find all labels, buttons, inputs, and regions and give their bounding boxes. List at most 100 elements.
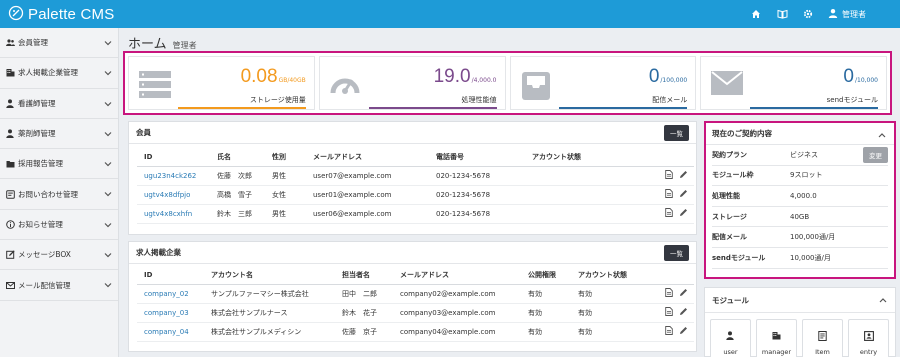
column-header: ID — [137, 148, 210, 167]
table-cell: 有効 — [521, 322, 571, 342]
row-actions — [651, 322, 694, 342]
brand[interactable]: Palette CMS — [8, 5, 114, 23]
table-cell: 佐藤 京子 — [335, 322, 393, 342]
row-id-link[interactable]: company_03 — [137, 303, 204, 323]
pencil-icon[interactable] — [679, 170, 688, 181]
stat-underline — [750, 107, 878, 109]
chevron-down-icon[interactable] — [104, 69, 112, 77]
contract-row: 処理性能 4,000.0 — [712, 186, 888, 207]
pencil-icon[interactable] — [679, 288, 688, 299]
book-icon[interactable] — [776, 8, 788, 20]
pencil-icon[interactable] — [679, 189, 688, 200]
sidebar-item-label: 看護師管理 — [18, 98, 56, 108]
row-actions — [651, 303, 694, 323]
module-tile[interactable]: manager — [756, 319, 797, 357]
table-cell: 鈴木 花子 — [335, 303, 393, 323]
chevron-down-icon[interactable] — [104, 160, 112, 168]
document-icon[interactable] — [665, 208, 673, 219]
document-icon[interactable] — [665, 307, 673, 318]
table-row[interactable]: ugu23n4ck262 佐藤 次郎 男性 user07@example.com 020… — [137, 166, 694, 186]
row-id-link[interactable]: ugtv4x8dfpjo — [137, 185, 210, 205]
stat-unit: /4,000.0 — [471, 77, 497, 84]
user-menu[interactable]: 管理者 — [828, 8, 866, 20]
stat-send-module: 0 /10,000 sendモジュール — [700, 56, 887, 110]
sidebar-item[interactable]: メッセージBOX — [0, 240, 118, 271]
module-title: モジュール — [712, 295, 749, 305]
sidebar-item[interactable]: お問い合わせ管理 — [0, 179, 118, 210]
chevron-down-icon[interactable] — [104, 130, 112, 138]
row-id-link[interactable]: company_02 — [137, 284, 204, 304]
document-icon[interactable] — [665, 326, 673, 337]
contract-value: ビジネス — [790, 150, 818, 159]
contract-row: 配信メール 100,000通/月 — [712, 227, 888, 248]
contract-label: ストレージ — [712, 212, 747, 221]
building-icon — [772, 331, 781, 342]
module-tile-label: user — [723, 348, 738, 356]
stat-unit: /100,000 — [660, 77, 688, 84]
members-table: ID 氏名 性別 メールアドレス 電話番号 アカウント状態 ugu23n4ck262 佐藤 … — [137, 148, 694, 224]
pencil-icon[interactable] — [679, 326, 688, 337]
home-icon[interactable] — [750, 8, 762, 20]
row-id-link[interactable]: ugtv4x8cxhfn — [137, 204, 210, 224]
contract-row: sendモジュール 10,000通/月 — [712, 248, 888, 269]
document-icon[interactable] — [665, 288, 673, 299]
table-row[interactable]: ugtv4x8dfpjo 高橋 雪子 女性 user01@example.com 020… — [137, 185, 694, 205]
chevron-down-icon[interactable] — [104, 221, 112, 229]
chevron-down-icon[interactable] — [104, 190, 112, 198]
document-icon — [818, 331, 827, 343]
companies-card: 求人掲載企業 一覧 ID アカウント名 担当者名 メールアドレス 公開権限 アカウント状態… — [128, 241, 697, 352]
sidebar-item[interactable]: メール配信管理 — [0, 270, 118, 301]
document-icon[interactable] — [665, 170, 673, 181]
row-id-link[interactable]: company_04 — [137, 322, 204, 342]
module-tile[interactable]: user — [710, 319, 751, 357]
pencil-icon[interactable] — [679, 208, 688, 219]
chevron-down-icon[interactable] — [104, 281, 112, 289]
stat-value: 0 — [843, 66, 854, 87]
row-id-link[interactable]: ugu23n4ck262 — [137, 166, 210, 186]
folder-icon — [5, 159, 15, 169]
table-cell — [525, 204, 620, 224]
sidebar-item[interactable]: お知らせ管理 — [0, 210, 118, 241]
module-tile[interactable]: Item — [802, 319, 843, 357]
table-cell: 有効 — [571, 284, 651, 304]
companies-title: 求人掲載企業 — [136, 248, 181, 257]
change-plan-button[interactable]: 変更 — [863, 146, 888, 163]
sidebar-item[interactable]: 求人掲載企業管理 — [0, 58, 118, 89]
stat-value: 19.0 — [433, 66, 471, 87]
contract-row: モジュール枠 9スロット — [712, 166, 888, 187]
pencil-icon[interactable] — [679, 307, 688, 318]
chevron-up-icon[interactable] — [879, 296, 887, 305]
app-name: Palette CMS — [28, 5, 115, 23]
document-icon[interactable] — [665, 189, 673, 200]
chevron-down-icon[interactable] — [104, 39, 112, 47]
table-row[interactable]: company_03 株式会社サンプルナース 鈴木 花子 company03@exam… — [137, 303, 694, 323]
module-tile[interactable]: entry — [848, 319, 889, 357]
palette-logo-icon — [8, 5, 24, 23]
contract-row: ストレージ 40GB — [712, 207, 888, 228]
stat-underline — [177, 107, 306, 109]
sidebar-item[interactable]: 薬剤師管理 — [0, 119, 118, 150]
mail-icon — [5, 280, 15, 290]
sidebar-item[interactable]: 会員管理 — [0, 28, 118, 59]
column-header: 公開権限 — [521, 266, 571, 285]
table-row[interactable]: company_04 株式会社サンプルメディシン 佐藤 京子 company04@ex… — [137, 322, 694, 342]
user-icon — [5, 98, 15, 108]
table-row[interactable]: ugtv4x8cxhfn 鈴木 三郎 男性 user06@example.com 020… — [137, 204, 694, 224]
sidebar-item-label: 会員管理 — [18, 38, 48, 48]
contract-value: 4,000.0 — [790, 191, 817, 200]
chevron-down-icon[interactable] — [104, 251, 112, 259]
column-header: メールアドレス — [393, 266, 521, 285]
page-title-main: ホーム — [128, 37, 167, 52]
sidebar-item[interactable]: 看護師管理 — [0, 89, 118, 119]
sidebar-item-label: メッセージBOX — [18, 250, 71, 260]
stat-mail: 0 /100,000 配信メール — [509, 56, 697, 110]
sidebar-item[interactable]: 採用報告管理 — [0, 149, 118, 180]
chevron-up-icon[interactable] — [878, 131, 886, 140]
table-row[interactable]: company_02 サンプルファーマシー株式会社 田中 二郎 company02@e… — [137, 284, 694, 304]
chevron-down-icon[interactable] — [104, 100, 112, 108]
table-cell: user01@example.com — [306, 185, 429, 205]
gear-icon[interactable] — [802, 8, 814, 20]
members-list-button[interactable]: 一覧 — [664, 124, 689, 141]
companies-list-button[interactable]: 一覧 — [664, 244, 689, 261]
message-icon — [5, 189, 15, 199]
